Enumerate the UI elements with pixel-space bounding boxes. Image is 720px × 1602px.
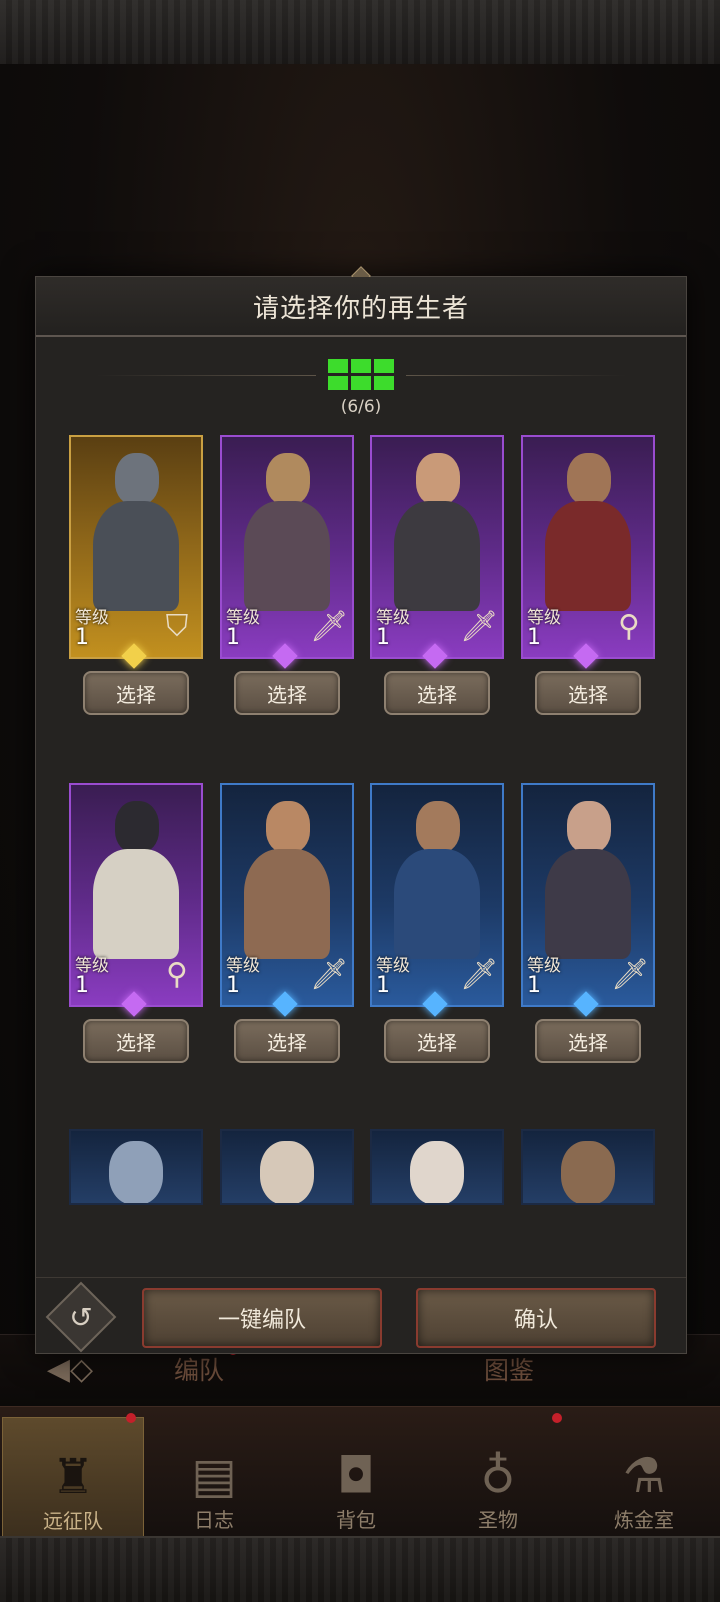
sword-icon: 🗡 bbox=[611, 957, 650, 992]
bag-icon: ◘ bbox=[337, 1448, 375, 1504]
hero-card[interactable]: 等级 1 🗡 选择 bbox=[505, 783, 655, 1073]
undo-icon[interactable]: ↺ bbox=[56, 1292, 106, 1342]
team-count: (6/6) bbox=[340, 397, 382, 417]
auto-team-button[interactable]: 一键编队 bbox=[142, 1288, 382, 1348]
nav-label: 圣物 bbox=[478, 1508, 518, 1532]
level-value: 1 bbox=[527, 625, 541, 650]
sword-icon: 🗡 bbox=[310, 957, 349, 992]
select-button[interactable]: 选择 bbox=[384, 671, 490, 715]
level-value: 1 bbox=[226, 973, 240, 998]
level-value: 1 bbox=[527, 973, 541, 998]
hero-card[interactable]: 等级 1 ⛉ 选择 bbox=[53, 435, 203, 725]
hero-portrait[interactable]: 等级 1 🗡 bbox=[370, 435, 504, 659]
divider bbox=[96, 375, 316, 376]
dialog-title: 请选择你的再生者 bbox=[252, 293, 469, 324]
nav-expedition[interactable]: ♜ 远征队 bbox=[2, 1417, 144, 1541]
level-value: 1 bbox=[226, 625, 240, 650]
hero-figure bbox=[244, 453, 330, 611]
nav-relic[interactable]: ♁ 圣物 bbox=[428, 1417, 568, 1539]
hero-portrait-partial[interactable] bbox=[370, 1129, 504, 1205]
select-button[interactable]: 选择 bbox=[234, 671, 340, 715]
team-formation-icon bbox=[328, 359, 394, 390]
sword-icon: 🗡 bbox=[460, 609, 499, 644]
hero-portrait[interactable]: 等级 1 🗡 bbox=[220, 435, 354, 659]
select-button[interactable]: 选择 bbox=[535, 1019, 641, 1063]
shield-icon: ⛉ bbox=[165, 609, 189, 644]
level-value: 1 bbox=[75, 973, 89, 998]
select-button[interactable]: 选择 bbox=[234, 1019, 340, 1063]
nav-bag[interactable]: ◘ 背包 bbox=[286, 1417, 426, 1539]
staff-icon: ⚲ bbox=[618, 609, 640, 644]
bottom-ornament-bar bbox=[0, 1536, 720, 1602]
dialog-header: 请选择你的再生者 bbox=[36, 277, 686, 337]
level-value: 1 bbox=[376, 625, 390, 650]
nav-label: 炼金室 bbox=[614, 1508, 674, 1532]
hero-portrait[interactable]: 等级 1 🗡 bbox=[220, 783, 354, 1007]
bottom-navigation: ♜ 远征队 ▤ 日志 ◘ 背包 ♁ 圣物 ⚗ 炼金室 bbox=[0, 1406, 720, 1541]
sword-icon: 🗡 bbox=[460, 957, 499, 992]
select-button[interactable]: 选择 bbox=[83, 1019, 189, 1063]
relic-icon: ♁ bbox=[480, 1448, 516, 1504]
hero-portrait[interactable]: 等级 1 ⛉ bbox=[69, 435, 203, 659]
nav-label: 日志 bbox=[194, 1508, 234, 1532]
select-button[interactable]: 选择 bbox=[535, 671, 641, 715]
nav-log[interactable]: ▤ 日志 bbox=[144, 1417, 284, 1539]
hero-portrait-partial[interactable] bbox=[220, 1129, 354, 1205]
hero-figure bbox=[545, 801, 631, 959]
hero-portrait-partial[interactable] bbox=[521, 1129, 655, 1205]
hero-card[interactable]: 等级 1 🗡 选择 bbox=[354, 435, 504, 725]
hero-portrait-partial[interactable] bbox=[69, 1129, 203, 1205]
nav-label: 背包 bbox=[336, 1508, 376, 1532]
tab-codex[interactable]: 图鉴 bbox=[484, 1351, 534, 1387]
notification-dot bbox=[552, 1413, 562, 1423]
divider bbox=[406, 375, 626, 376]
hero-portrait[interactable]: 等级 1 ⚲ bbox=[521, 435, 655, 659]
hero-figure bbox=[244, 801, 330, 959]
hero-portrait[interactable]: 等级 1 ⚲ bbox=[69, 783, 203, 1007]
scroll-icon: ▤ bbox=[191, 1448, 237, 1504]
nav-label: 远征队 bbox=[43, 1509, 103, 1533]
sword-icon: 🗡 bbox=[310, 609, 349, 644]
top-ornament-bar bbox=[0, 0, 720, 66]
hero-card[interactable]: 等级 1 ⚲ 选择 bbox=[53, 783, 203, 1073]
confirm-button[interactable]: 确认 bbox=[416, 1288, 656, 1348]
helmet-icon: ♜ bbox=[51, 1449, 95, 1505]
dialog-footer: ↺ 一键编队 确认 bbox=[36, 1277, 686, 1354]
hero-portrait[interactable]: 等级 1 🗡 bbox=[521, 783, 655, 1007]
hero-figure bbox=[545, 453, 631, 611]
notification-dot bbox=[126, 1413, 136, 1423]
level-value: 1 bbox=[75, 625, 89, 650]
hero-figure bbox=[394, 801, 480, 959]
hero-portrait[interactable]: 等级 1 🗡 bbox=[370, 783, 504, 1007]
hero-card[interactable]: 等级 1 🗡 选择 bbox=[204, 783, 354, 1073]
hero-card[interactable]: 等级 1 ⚲ 选择 bbox=[505, 435, 655, 725]
nav-alchemy[interactable]: ⚗ 炼金室 bbox=[574, 1417, 714, 1539]
level-value: 1 bbox=[376, 973, 390, 998]
hero-card[interactable]: 等级 1 🗡 选择 bbox=[204, 435, 354, 725]
hero-card[interactable]: 等级 1 🗡 选择 bbox=[354, 783, 504, 1073]
select-button[interactable]: 选择 bbox=[384, 1019, 490, 1063]
hero-figure bbox=[394, 453, 480, 611]
alchemy-icon: ⚗ bbox=[622, 1448, 666, 1504]
select-button[interactable]: 选择 bbox=[83, 671, 189, 715]
hero-figure bbox=[93, 801, 179, 959]
staff-icon: ⚲ bbox=[166, 957, 188, 992]
hero-select-dialog: 请选择你的再生者 (6/6) 等级 1 ⛉ 选择 等级 1 🗡 选择 等级 1 … bbox=[35, 266, 687, 1354]
hero-figure bbox=[93, 453, 179, 611]
tab-formation[interactable]: 编队 bbox=[174, 1351, 224, 1387]
hero-grid: 等级 1 ⛉ 选择 等级 1 🗡 选择 等级 1 🗡 选择 等级 1 ⚲ 选择 … bbox=[36, 427, 686, 1307]
